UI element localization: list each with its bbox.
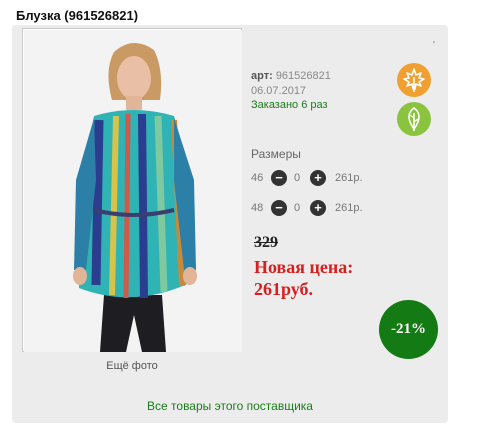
old-price: 329 xyxy=(254,234,278,251)
order-count: Заказано 6 раз xyxy=(251,99,328,111)
size-price: 261р. xyxy=(335,202,363,214)
size-label: 48 xyxy=(251,202,264,214)
article-number: арт: 961526821 xyxy=(251,70,331,82)
discount-badge: -21% xyxy=(379,300,438,359)
product-photo[interactable] xyxy=(22,28,242,352)
stray-mark: ' xyxy=(433,40,435,51)
decrease-quantity-button[interactable]: − xyxy=(271,170,287,186)
decrease-quantity-button[interactable]: − xyxy=(271,200,287,216)
product-title: Блузка (961526821) xyxy=(16,8,139,23)
blouse-photo-illustration xyxy=(24,30,242,352)
sizes-heading: Размеры xyxy=(251,147,301,161)
increase-quantity-button[interactable]: + xyxy=(310,170,326,186)
new-price-label: Новая цена: xyxy=(254,257,354,277)
more-photos-link[interactable]: Ещё фото xyxy=(22,360,242,372)
quantity-value: 0 xyxy=(294,202,301,214)
product-date: 06.07.2017 xyxy=(251,85,307,97)
increase-quantity-button[interactable]: + xyxy=(310,200,326,216)
size-label: 46 xyxy=(251,172,264,184)
article-label: арт: xyxy=(251,70,273,82)
supplier-products-link[interactable]: Все товары этого поставщика xyxy=(12,399,448,413)
leaf-icon xyxy=(397,102,431,136)
quantity-value: 0 xyxy=(294,172,301,184)
new-price-value: 261руб. xyxy=(254,279,314,299)
autumn-leaf-icon xyxy=(397,63,431,97)
size-price: 261р. xyxy=(335,172,363,184)
article-value: 961526821 xyxy=(275,70,331,82)
